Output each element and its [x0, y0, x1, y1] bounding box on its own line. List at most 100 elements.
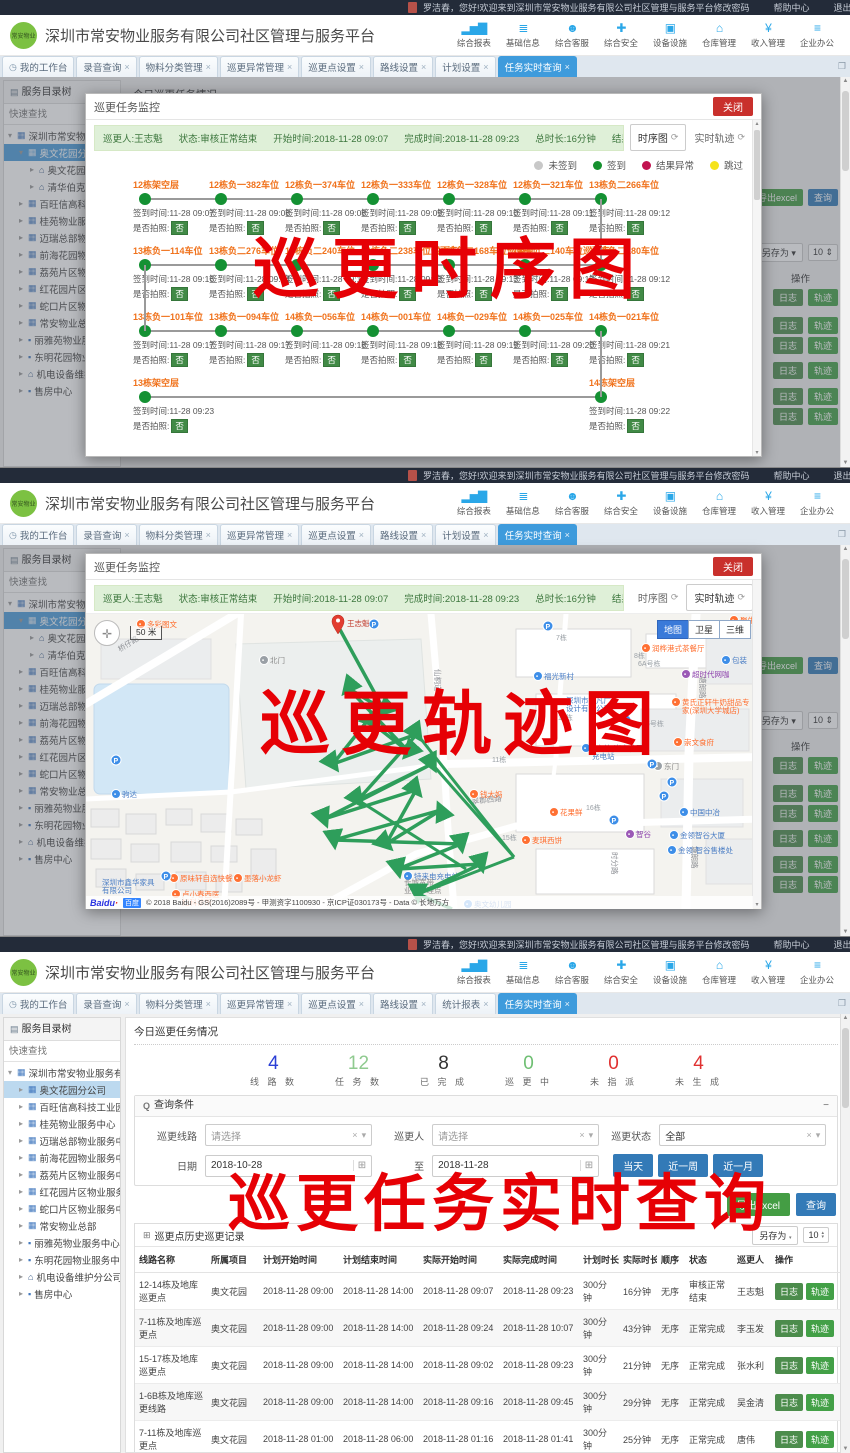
scroll-thumb[interactable] — [842, 91, 849, 171]
toggle-icon[interactable]: ▸ — [19, 1204, 28, 1213]
logout-link[interactable]: 退出 — [834, 469, 850, 482]
tab-计划设置[interactable]: 计划设置× — [435, 524, 495, 545]
scroll-down-icon[interactable]: ▼ — [841, 460, 850, 466]
tree-item-深圳市常安物业服务有限公司[interactable]: ▾▦深圳市常安物业服务有限公司 — [4, 1064, 120, 1081]
track-map[interactable]: 桥仔路仙桐道塘朗路塘朗路翠郡西路时分路7栋8栋10栋11栋15栋16栋6A号栋6… — [86, 613, 761, 909]
tab-录音查询[interactable]: 录音查询× — [76, 56, 136, 77]
close-tab-icon[interactable]: × — [359, 530, 364, 540]
scroll-up-icon[interactable]: ▲ — [841, 546, 850, 552]
change-password-link[interactable]: 修改密码 — [714, 938, 750, 951]
help-center-link[interactable]: 帮助中心 — [774, 938, 810, 951]
toggle-icon[interactable]: ▸ — [19, 1289, 28, 1298]
tree-item-常安物业总部[interactable]: ▸▦常安物业总部 — [4, 1217, 120, 1234]
nav-综合报表[interactable]: ▂▅▇综合报表 — [457, 958, 491, 986]
close-tab-icon[interactable]: × — [124, 999, 129, 1009]
export-excel-button[interactable]: 导出excel — [727, 1193, 790, 1216]
tab-巡更点设置[interactable]: 巡更点设置× — [301, 993, 371, 1014]
map-type-三维[interactable]: 三维 — [719, 620, 751, 639]
map-type-地图[interactable]: 地图 — [657, 620, 689, 639]
help-center-link[interactable]: 帮助中心 — [774, 469, 810, 482]
close-tab-icon[interactable]: × — [421, 530, 426, 540]
change-password-link[interactable]: 修改密码 — [714, 469, 750, 482]
tab-录音查询[interactable]: 录音查询× — [76, 993, 136, 1014]
nav-综合安全[interactable]: ✚综合安全 — [604, 21, 638, 49]
tree-item-售房中心[interactable]: ▸▪售房中心 — [4, 1285, 120, 1302]
nav-设备设施[interactable]: ▣设备设施 — [653, 958, 687, 986]
tab-计划设置[interactable]: 计划设置× — [435, 56, 495, 77]
tree-item-机电设备维护分公司[interactable]: ▸⌂机电设备维护分公司 — [4, 1268, 120, 1285]
help-center-link[interactable]: 帮助中心 — [774, 1, 810, 14]
nav-收入管理[interactable]: ¥收入管理 — [751, 958, 785, 986]
tree-item-前海花园物业服务中心[interactable]: ▸▦前海花园物业服务中心 — [4, 1149, 120, 1166]
calendar-icon[interactable]: ⊞ — [353, 1160, 366, 1171]
tab-巡更异常管理[interactable]: 巡更异常管理× — [220, 993, 299, 1014]
change-password-link[interactable]: 修改密码 — [714, 1, 750, 14]
当天-button[interactable]: 当天 — [613, 1154, 653, 1177]
close-tab-icon[interactable]: × — [565, 530, 570, 540]
map-compass-control[interactable]: ✛ — [94, 620, 120, 646]
tab-我的工作台[interactable]: ◷我的工作台 — [2, 524, 74, 545]
close-tab-icon[interactable]: × — [287, 999, 292, 1009]
tree-item-迈瑞总部物业服务中心[interactable]: ▸▦迈瑞总部物业服务中心 — [4, 1132, 120, 1149]
close-tab-icon[interactable]: × — [359, 62, 364, 72]
log-button[interactable]: 日志 — [775, 1320, 803, 1337]
toggle-icon[interactable]: ▸ — [19, 1102, 28, 1111]
tree-item-百旺信高科技工业园物业服务中心[interactable]: ▸▦百旺信高科技工业园物业服务中心 — [4, 1098, 120, 1115]
logout-link[interactable]: 退出 — [834, 938, 850, 951]
tab-路线设置[interactable]: 路线设置× — [373, 56, 433, 77]
tree-item-东明花园物业服务中心[interactable]: ▸▪东明花园物业服务中心 — [4, 1251, 120, 1268]
page-scrollbar[interactable]: ▲▼ — [840, 545, 850, 936]
refresh-icon[interactable]: ⟳ — [737, 132, 745, 143]
nav-企业办公[interactable]: ≡企业办公 — [800, 21, 834, 49]
tab-物料分类管理[interactable]: 物料分类管理× — [139, 993, 218, 1014]
date-from-input[interactable]: 2018-10-28 ⊞ — [205, 1155, 372, 1177]
close-tab-icon[interactable]: × — [206, 999, 211, 1009]
close-tab-icon[interactable]: × — [206, 530, 211, 540]
close-button[interactable]: 关闭 — [713, 97, 753, 116]
tab-我的工作台[interactable]: ◷我的工作台 — [2, 56, 74, 77]
toggle-icon[interactable]: ▸ — [19, 1221, 28, 1230]
nav-设备设施[interactable]: ▣设备设施 — [653, 489, 687, 517]
logout-link[interactable]: 退出 — [834, 1, 850, 14]
nav-基础信息[interactable]: ≣基础信息 — [506, 21, 540, 49]
view-时序图-button[interactable]: 时序图⟳ — [630, 584, 687, 611]
toggle-icon[interactable]: ▸ — [19, 1085, 28, 1094]
close-button[interactable]: 关闭 — [713, 557, 753, 576]
tree-item-荔苑片区物业服务中心[interactable]: ▸▦荔苑片区物业服务中心 — [4, 1166, 120, 1183]
track-button[interactable]: 轨迹 — [806, 1283, 834, 1300]
toggle-icon[interactable]: ▸ — [19, 1255, 28, 1264]
tab-任务实时查询[interactable]: 任务实时查询× — [498, 56, 577, 77]
page-size-select[interactable]: 10▴▾ — [803, 1227, 829, 1243]
view-实时轨迹-button[interactable]: 实时轨迹⟳ — [686, 584, 753, 611]
tree-item-丽雅苑物业服务中心[interactable]: ▸▪丽雅苑物业服务中心 — [4, 1234, 120, 1251]
close-tab-icon[interactable]: × — [421, 999, 426, 1009]
nav-综合报表[interactable]: ▂▅▇综合报表 — [457, 21, 491, 49]
tab-巡更异常管理[interactable]: 巡更异常管理× — [220, 524, 299, 545]
map-type-卫星[interactable]: 卫星 — [688, 620, 720, 639]
tab-统计报表[interactable]: 统计报表× — [435, 993, 495, 1014]
近一周-button[interactable]: 近一周 — [658, 1154, 708, 1177]
toggle-icon[interactable]: ▸ — [19, 1170, 28, 1179]
scroll-down-icon[interactable]: ▼ — [841, 929, 850, 935]
modal-scrollbar[interactable]: ▾ — [752, 580, 761, 908]
collapse-icon[interactable]: − — [823, 1096, 829, 1116]
track-button[interactable]: 轨迹 — [806, 1431, 834, 1448]
quick-search-input[interactable] — [4, 1041, 120, 1062]
toggle-icon[interactable]: ▸ — [19, 1187, 28, 1196]
tree-item-蛇口片区物业服务中心[interactable]: ▸▦蛇口片区物业服务中心 — [4, 1200, 120, 1217]
nav-收入管理[interactable]: ¥收入管理 — [751, 489, 785, 517]
巡更人-select[interactable]: 请选择×▾ — [432, 1124, 599, 1146]
calendar-icon[interactable]: ⊞ — [580, 1160, 593, 1171]
clear-icon[interactable]: × — [806, 1130, 811, 1140]
nav-收入管理[interactable]: ¥收入管理 — [751, 21, 785, 49]
nav-仓库管理[interactable]: ⌂仓库管理 — [702, 489, 736, 517]
view-实时轨迹-button[interactable]: 实时轨迹⟳ — [686, 124, 753, 151]
nav-基础信息[interactable]: ≣基础信息 — [506, 489, 540, 517]
nav-企业办公[interactable]: ≡企业办公 — [800, 958, 834, 986]
close-tab-icon[interactable]: × — [124, 530, 129, 540]
nav-仓库管理[interactable]: ⌂仓库管理 — [702, 21, 736, 49]
log-button[interactable]: 日志 — [775, 1283, 803, 1300]
close-tab-icon[interactable]: × — [206, 62, 211, 72]
close-tab-icon[interactable]: × — [483, 530, 488, 540]
log-button[interactable]: 日志 — [775, 1431, 803, 1448]
